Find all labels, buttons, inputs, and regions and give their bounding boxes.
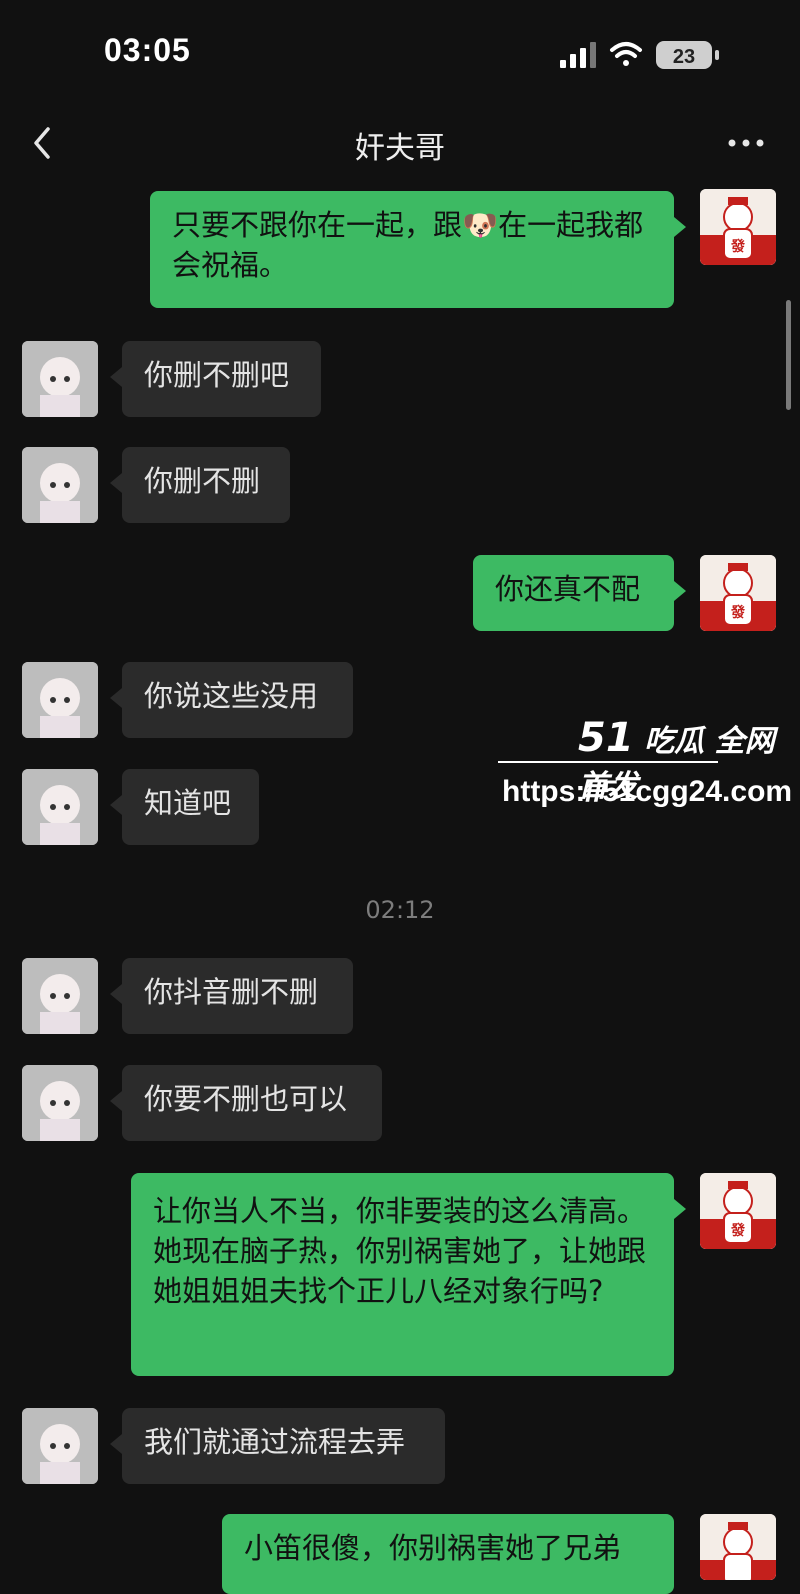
avatar-other[interactable] — [22, 341, 98, 417]
avatar-other[interactable] — [22, 1408, 98, 1484]
message-text: 你删不删 — [144, 464, 261, 498]
avatar-girl-icon — [22, 1065, 98, 1141]
message-bubble-received[interactable]: 你删不删吧 — [110, 341, 321, 417]
avatar-me[interactable] — [700, 1514, 776, 1580]
avatar-other[interactable] — [22, 662, 98, 738]
message-bubble-received[interactable]: 知道吧 — [110, 769, 259, 845]
message-text: 你要不删也可以 — [144, 1082, 348, 1116]
avatar-fortune-icon: 發 — [700, 555, 776, 631]
avatar-fortune-icon: 發 — [700, 1173, 776, 1249]
message-text: 知道吧 — [144, 786, 232, 820]
avatar-me[interactable]: 發 — [700, 1173, 776, 1249]
wifi-icon — [610, 42, 642, 66]
avatar-fortune-icon — [700, 1514, 776, 1580]
message-bubble-received[interactable]: 你抖音删不删 — [110, 958, 353, 1034]
avatar-fa-glyph: 發 — [730, 604, 746, 621]
watermark-brand-num: 51 — [578, 715, 634, 761]
message-text: 你删不删吧 — [144, 358, 290, 392]
message-bubble-received[interactable]: 你要不删也可以 — [110, 1065, 382, 1141]
more-dots-icon — [728, 139, 764, 147]
avatar-fa-glyph: 發 — [730, 1222, 746, 1239]
message-bubble-sent[interactable]: 你还真不配 — [473, 555, 686, 631]
avatar-fa-glyph: 發 — [730, 238, 746, 255]
chat-header: 奸夫哥 — [0, 105, 800, 180]
status-icons: 23 — [560, 41, 719, 69]
chat-title: 奸夫哥 — [355, 131, 445, 166]
message-text: 让你当人不当，你非要装的这么清高。她现在脑子热，你别祸害她了，让她跟她姐姐姐夫找… — [153, 1194, 647, 1308]
scrollbar[interactable] — [786, 300, 791, 410]
avatar-fortune-icon: 發 — [700, 189, 776, 265]
message-bubble-sent[interactable]: 小笛很傻，你别祸害她了兄弟 — [222, 1514, 674, 1594]
avatar-other[interactable] — [22, 447, 98, 523]
avatar-other[interactable] — [22, 1065, 98, 1141]
message-text: 小笛很傻，你别祸害她了兄弟 — [244, 1531, 622, 1565]
avatar-girl-icon — [22, 341, 98, 417]
status-time: 03:05 — [104, 32, 191, 68]
message-text: 你还真不配 — [495, 572, 641, 606]
message-text: 我们就通过流程去弄 — [144, 1425, 406, 1459]
avatar-girl-icon — [22, 662, 98, 738]
message-bubble-received[interactable]: 你说这些没用 — [110, 662, 353, 738]
watermark-url: https://51cgg24.com — [502, 775, 793, 808]
message-bubble-sent[interactable]: 只要不跟你在一起，跟🐶在一起我都会祝福。 — [150, 191, 686, 308]
message-timestamp: 02:12 — [365, 896, 435, 924]
status-bar: 03:05 23 — [0, 0, 800, 105]
avatar-girl-icon — [22, 447, 98, 523]
message-bubble-sent[interactable]: 让你当人不当，你非要装的这么清高。她现在脑子热，你别祸害她了，让她跟她姐姐姐夫找… — [131, 1173, 686, 1376]
message-bubble-received[interactable]: 我们就通过流程去弄 — [110, 1408, 445, 1484]
message-text: 你说这些没用 — [144, 679, 319, 713]
avatar-other[interactable] — [22, 769, 98, 845]
battery-icon: 23 — [656, 41, 719, 69]
message-text: 只要不跟你在一起，跟🐶在一起我都会祝福。 — [172, 208, 644, 282]
avatar-girl-icon — [22, 1408, 98, 1484]
avatar-me[interactable]: 發 — [700, 555, 776, 631]
avatar-me[interactable]: 發 — [700, 189, 776, 265]
avatar-other[interactable] — [22, 958, 98, 1034]
battery-level: 23 — [673, 46, 695, 68]
signal-icon — [560, 42, 596, 68]
watermark: 51 吃瓜 全网首发 https://51cgg24.com — [498, 715, 798, 815]
message-bubble-received[interactable]: 你删不删 — [110, 447, 290, 523]
more-button[interactable] — [724, 123, 768, 163]
avatar-girl-icon — [22, 769, 98, 845]
message-text: 你抖音删不删 — [144, 975, 319, 1009]
avatar-girl-icon — [22, 958, 98, 1034]
watermark-underline — [498, 761, 718, 763]
